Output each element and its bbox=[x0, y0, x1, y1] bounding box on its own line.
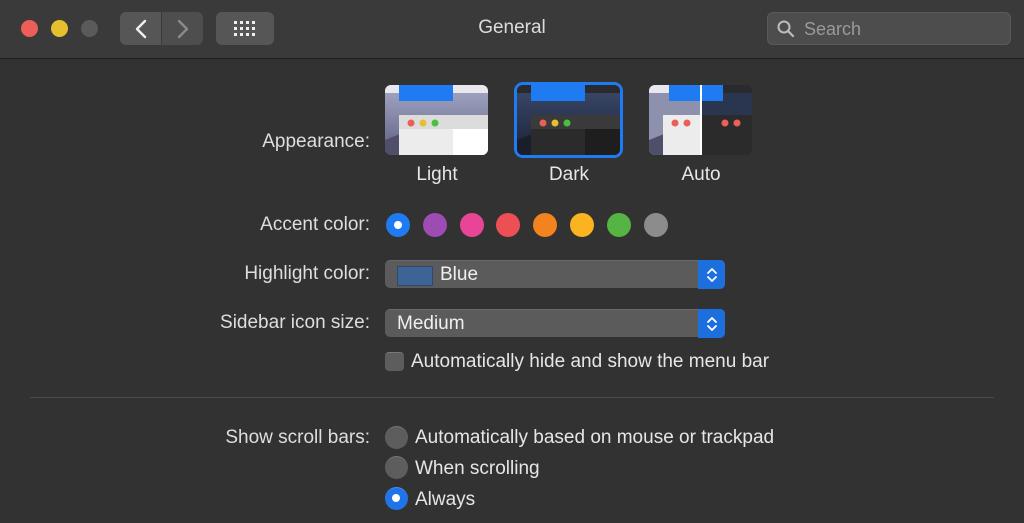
appearance-label: Appearance: bbox=[262, 131, 370, 152]
title-bar: General bbox=[0, 0, 1024, 59]
auto-mode-preview-image bbox=[649, 85, 752, 155]
search-field[interactable] bbox=[767, 12, 1011, 45]
sidebar-icon-size-value: Medium bbox=[397, 313, 465, 334]
menu-bar-autohide-checkbox[interactable] bbox=[385, 352, 404, 371]
accent-color-swatch-orange[interactable] bbox=[533, 213, 558, 237]
section-divider bbox=[30, 397, 994, 398]
scroll-bars-always-radio[interactable] bbox=[385, 487, 408, 510]
sidebar-icon-size-stepper[interactable] bbox=[698, 309, 725, 338]
scroll-bars-when-scrolling-radio[interactable] bbox=[385, 456, 408, 479]
light-mode-preview-image bbox=[385, 85, 488, 155]
accent-color-swatch-graphite[interactable] bbox=[643, 213, 668, 237]
sidebar-icon-size-popup[interactable]: Medium bbox=[385, 309, 725, 338]
appearance-auto-thumbnail[interactable] bbox=[649, 85, 752, 155]
highlight-color-stepper[interactable] bbox=[698, 260, 725, 289]
appearance-dark-thumbnail[interactable] bbox=[517, 85, 620, 155]
highlight-color-popup[interactable]: Blue bbox=[385, 260, 725, 289]
menu-bar-autohide-label[interactable]: Automatically hide and show the menu bar bbox=[411, 351, 769, 373]
up-down-chevron-icon bbox=[706, 316, 717, 331]
highlight-color-value: Blue bbox=[440, 264, 479, 285]
accent-color-swatch-yellow[interactable] bbox=[570, 213, 594, 237]
appearance-light-label: Light bbox=[416, 164, 458, 185]
accent-color-swatch-pink[interactable] bbox=[459, 213, 484, 237]
accent-color-swatch-green[interactable] bbox=[606, 213, 631, 237]
appearance-dark-label: Dark bbox=[548, 164, 590, 185]
scroll-bars-when-scrolling-label[interactable]: When scrolling bbox=[415, 458, 540, 480]
search-input[interactable] bbox=[802, 16, 1006, 43]
highlight-color-chip bbox=[397, 266, 433, 286]
scroll-bars-always-label[interactable]: Always bbox=[415, 489, 475, 511]
accent-color-label: Accent color: bbox=[260, 214, 370, 235]
sidebar-icon-size-label: Sidebar icon size: bbox=[220, 312, 370, 333]
dark-mode-preview-image bbox=[517, 85, 620, 155]
scroll-bars-auto-radio[interactable] bbox=[385, 426, 408, 449]
accent-color-swatch-blue[interactable] bbox=[386, 213, 410, 237]
scroll-bars-label: Show scroll bars: bbox=[225, 427, 370, 448]
accent-color-swatch-purple[interactable] bbox=[422, 213, 447, 237]
search-icon bbox=[777, 20, 795, 38]
appearance-light-thumbnail[interactable] bbox=[385, 85, 488, 155]
scroll-bars-auto-label[interactable]: Automatically based on mouse or trackpad bbox=[415, 427, 774, 449]
up-down-chevron-icon bbox=[706, 267, 717, 282]
accent-color-swatch-red[interactable] bbox=[496, 213, 521, 237]
highlight-color-label: Highlight color: bbox=[244, 263, 370, 284]
appearance-auto-label: Auto bbox=[681, 164, 721, 185]
